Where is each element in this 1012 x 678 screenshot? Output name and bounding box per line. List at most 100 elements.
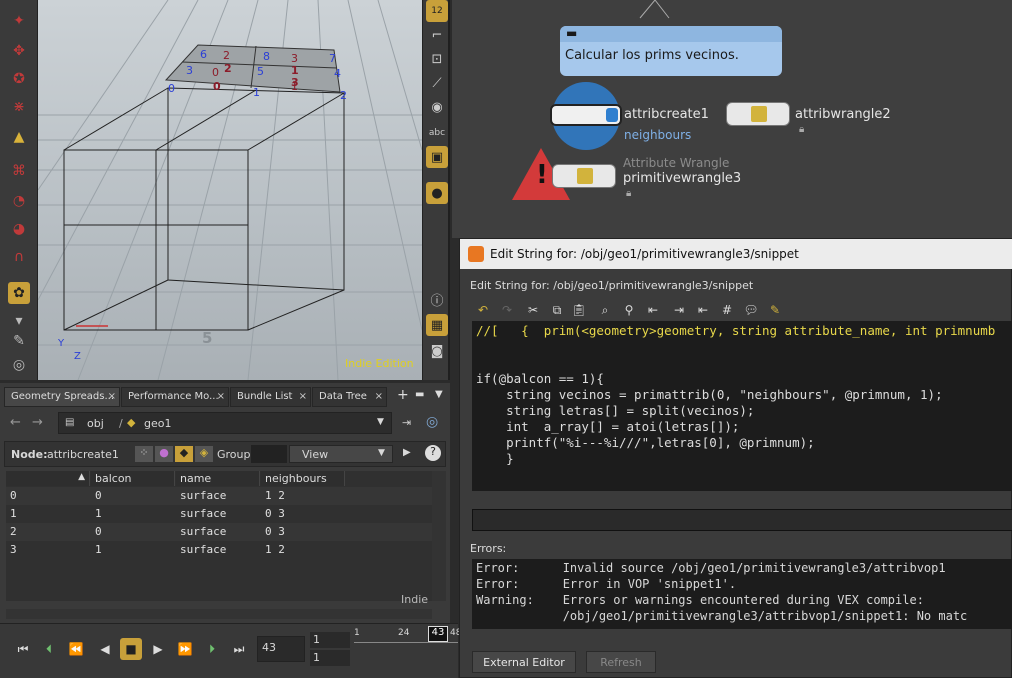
transform-tool-icon[interactable]: ✥ xyxy=(8,40,30,62)
close-icon[interactable]: × xyxy=(217,391,225,402)
scene-viewport[interactable]: 0 1 2 3 4 5 6 7 8 0 1 2 3 0 1 2 3 5 Y Z … xyxy=(38,0,422,380)
uncomment-icon[interactable]: 💬︎ xyxy=(742,301,760,319)
view-dropdown[interactable]: View ▼ xyxy=(289,445,393,463)
errors-output[interactable]: Error: Invalid source /obj/geo1/primitiv… xyxy=(472,559,1012,629)
next-frame-icon[interactable]: ⏩ xyxy=(174,638,196,660)
text-display-icon[interactable]: abc xyxy=(426,122,448,144)
indent-icon[interactable]: ⇥ xyxy=(670,301,688,319)
tab-data-tree[interactable]: Data Tree × xyxy=(312,387,387,407)
attribwrangle-node[interactable] xyxy=(726,102,790,126)
edit-icon[interactable]: ✎ xyxy=(766,301,784,319)
play-forward-icon[interactable]: ▶ xyxy=(147,638,169,660)
forward-arrow-icon[interactable]: → xyxy=(32,415,43,430)
paint-tool-icon[interactable]: ◕ xyxy=(8,218,30,240)
node-value[interactable]: attribcreate1 xyxy=(47,448,119,461)
copy-icon[interactable]: ⧉ xyxy=(548,301,566,319)
help-icon[interactable]: ? xyxy=(425,445,441,461)
magnet-tool-icon[interactable]: ∩ xyxy=(8,246,30,268)
point-display-icon[interactable]: ◉ xyxy=(426,96,448,118)
cut-icon[interactable]: ✂ xyxy=(524,301,542,319)
search-field[interactable] xyxy=(472,509,1012,531)
start-frame-field[interactable]: 1 xyxy=(310,632,350,648)
tab-geometry-spreadsheet[interactable]: Geometry Spreads... × xyxy=(4,387,120,407)
frame-marker[interactable]: 43 xyxy=(428,626,448,642)
chevron-down-icon[interactable]: ▼ xyxy=(377,417,384,427)
attribcreate-node[interactable] xyxy=(550,104,622,126)
snap-tool-icon[interactable]: ✎ xyxy=(8,330,30,352)
chevron-down-icon[interactable]: ▾ xyxy=(8,310,30,332)
display-tool-icon[interactable]: ◎ xyxy=(8,354,30,376)
tab-bundle-list[interactable]: Bundle List × xyxy=(230,387,311,407)
jump-end-icon[interactable]: ⏭ xyxy=(228,638,250,660)
curve-icon[interactable]: ⌐ xyxy=(426,24,448,46)
play-arrow-icon[interactable]: ▶ xyxy=(403,447,411,458)
path-obj[interactable]: obj xyxy=(87,417,104,430)
vertical-scrollbar[interactable] xyxy=(432,471,446,601)
active-state-tool-icon[interactable]: ✿ xyxy=(8,282,30,304)
jump-start-icon[interactable]: ⏮ xyxy=(12,638,34,660)
prims-attrib-icon[interactable]: ◆ xyxy=(175,446,193,462)
path-bar[interactable]: ▤ obj / ◆ geo1 ▼ xyxy=(58,412,392,434)
scale-tool-icon[interactable]: ⋇ xyxy=(8,96,30,118)
horizontal-scrollbar[interactable] xyxy=(6,609,432,619)
select-tool-icon[interactable]: ✦ xyxy=(8,10,30,32)
background-image-icon[interactable]: ▣ xyxy=(426,146,448,168)
measure-icon[interactable]: ⟋ xyxy=(426,72,448,94)
table-row[interactable]: 3 1 surface 1 2 xyxy=(6,541,432,559)
pin-icon[interactable]: ⇥ xyxy=(402,416,411,429)
back-arrow-icon[interactable]: ← xyxy=(10,415,21,430)
pose-tool-icon[interactable]: ⌘ xyxy=(8,160,30,182)
vertices-attrib-icon[interactable]: ● xyxy=(155,446,173,462)
points-attrib-icon[interactable]: ⁘ xyxy=(135,446,153,462)
search-icon[interactable]: ⌕ xyxy=(596,301,614,319)
step-back-key-icon[interactable]: ⏴ xyxy=(38,638,60,660)
sticky-note[interactable]: ▬ Calcular los prims vecinos. xyxy=(560,26,782,76)
tab-performance-monitor[interactable]: Performance Mo... × xyxy=(121,387,229,407)
frame-icon[interactable]: ⊡ xyxy=(426,48,448,70)
table-row[interactable]: 2 0 surface 0 3 xyxy=(6,523,432,541)
camera-icon[interactable]: ◙ xyxy=(426,340,448,362)
undo-icon[interactable]: ↶ xyxy=(474,301,492,319)
unindent-icon[interactable]: ⇤ xyxy=(694,301,712,319)
display-options-icon[interactable]: 12 xyxy=(426,0,448,22)
sticky-collapse-icon[interactable]: ▬ xyxy=(560,26,782,42)
view-tool-icon[interactable]: ◔ xyxy=(8,190,30,212)
code-editor[interactable]: //[ { prim(<geometry>geometry, string at… xyxy=(472,321,1012,491)
close-icon[interactable]: × xyxy=(299,391,307,402)
external-editor-button[interactable]: External Editor xyxy=(472,651,576,673)
info-icon[interactable]: ⓘ xyxy=(426,288,448,310)
step-forward-key-icon[interactable]: ⏵ xyxy=(201,638,223,660)
pane-layout-icon[interactable]: ▬ xyxy=(415,389,424,400)
link-icon[interactable]: ◎ xyxy=(426,414,438,430)
add-tab-icon[interactable]: + xyxy=(397,387,409,403)
dialog-titlebar[interactable]: Edit String for: /obj/geo1/primitivewran… xyxy=(460,239,1012,269)
handle-tool-icon[interactable]: ▲ xyxy=(8,126,30,148)
close-icon[interactable]: × xyxy=(375,391,383,402)
column-header[interactable]: name xyxy=(176,471,260,486)
primitivewrangle-node[interactable] xyxy=(552,164,616,188)
comment-icon[interactable]: # xyxy=(718,301,736,319)
rotate-tool-icon[interactable]: ✪ xyxy=(8,68,30,90)
node-network-editor[interactable]: ▬ Calcular los prims vecinos. attribcrea… xyxy=(452,0,1012,238)
chevron-down-icon[interactable]: ▼ xyxy=(435,389,443,400)
replace-icon[interactable]: ⚲ xyxy=(620,301,638,319)
refresh-button[interactable]: Refresh xyxy=(586,651,656,673)
redo-icon[interactable]: ↷ xyxy=(498,301,516,319)
display-flag[interactable] xyxy=(606,108,618,122)
range-start-field[interactable]: 1 xyxy=(310,650,350,666)
stop-button[interactable]: ■ xyxy=(120,638,142,660)
index-column-header[interactable]: ▲ xyxy=(6,471,90,486)
group-input[interactable] xyxy=(251,445,287,463)
light-icon[interactable]: ● xyxy=(426,182,448,204)
column-header[interactable]: balcon xyxy=(91,471,175,486)
table-row[interactable]: 0 0 surface 1 2 xyxy=(6,487,432,505)
prev-frame-icon[interactable]: ⏪ xyxy=(65,638,87,660)
paste-icon[interactable]: 📋︎ xyxy=(570,301,588,319)
goto-line-icon[interactable]: ⇤ xyxy=(644,301,662,319)
current-frame-field[interactable]: 43 xyxy=(257,636,305,662)
table-row[interactable]: 1 1 surface 0 3 xyxy=(6,505,432,523)
column-header[interactable]: neighbours xyxy=(261,471,345,486)
detail-attrib-icon[interactable]: ◈ xyxy=(195,446,213,462)
close-icon[interactable]: × xyxy=(108,391,116,402)
timeline-ruler[interactable]: 1 24 48 43 xyxy=(354,626,461,658)
